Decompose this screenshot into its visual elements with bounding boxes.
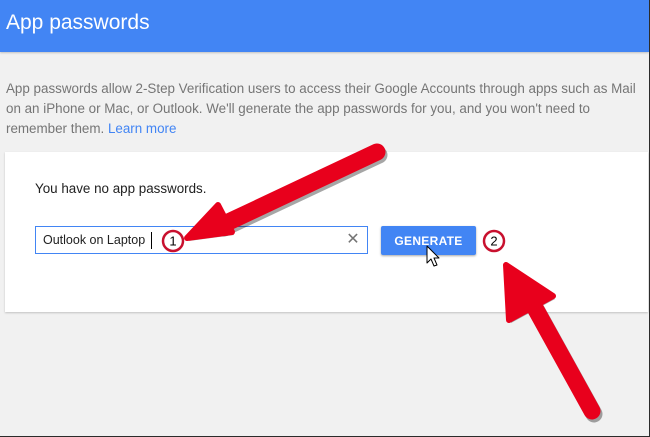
app-passwords-page: App passwords App passwords allow 2-Step… [0, 0, 650, 437]
step-1-label: 1 [169, 234, 176, 249]
step-2-badge: 2 [482, 229, 506, 253]
tutorial-overlay: 1 2 [161, 143, 603, 423]
arrow-1-icon [184, 143, 388, 241]
step-2-label: 2 [490, 234, 497, 249]
step-1-badge: 1 [161, 229, 185, 253]
arrow-2-icon [503, 262, 603, 423]
mouse-pointer-icon [426, 245, 440, 267]
